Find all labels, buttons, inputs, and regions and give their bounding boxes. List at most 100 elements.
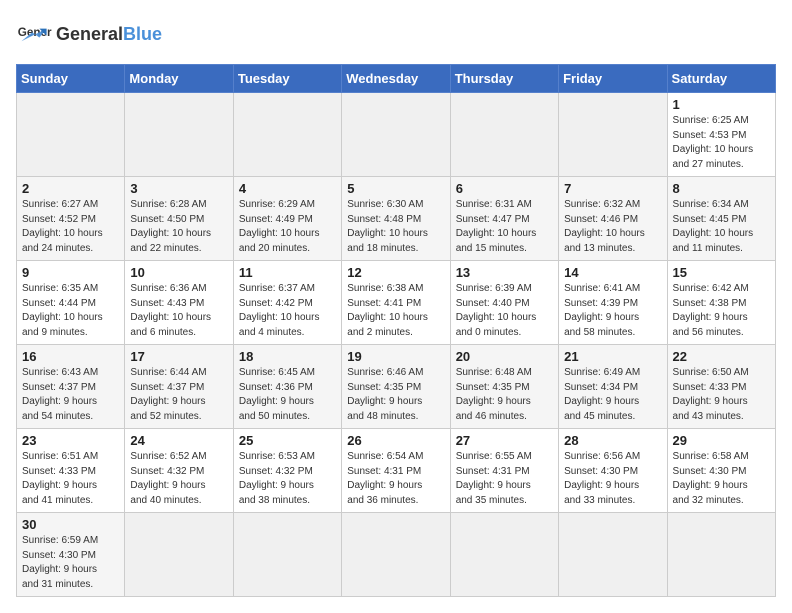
day-number: 2 xyxy=(22,181,119,196)
day-number: 25 xyxy=(239,433,336,448)
calendar-cell xyxy=(667,513,775,597)
day-number: 24 xyxy=(130,433,227,448)
calendar-cell: 1 Sunrise: 6:25 AM Sunset: 4:53 PM Daylig… xyxy=(667,93,775,177)
day-info: Sunrise: 6:46 AM Sunset: 4:35 PM Dayligh… xyxy=(347,366,444,424)
calendar-cell: 12 Sunrise: 6:38 AM Sunset: 4:41 PM Dayli… xyxy=(342,261,450,345)
day-info: Sunrise: 6:35 AM Sunset: 4:44 PM Dayligh… xyxy=(22,282,119,340)
day-header-monday: Monday xyxy=(125,65,233,93)
day-info: Sunrise: 6:27 AM Sunset: 4:52 PM Dayligh… xyxy=(22,198,119,256)
calendar-week-5: 23Sunrise: 6:51 AM Sunset: 4:33 PM Dayli… xyxy=(17,429,776,513)
day-info: Sunrise: 6:31 AM Sunset: 4:47 PM Dayligh… xyxy=(456,198,553,256)
calendar-cell xyxy=(233,93,341,177)
day-number: 17 xyxy=(130,349,227,364)
calendar-cell: 14 Sunrise: 6:41 AM Sunset: 4:39 PM Dayli… xyxy=(559,261,667,345)
day-info: Sunrise: 6:54 AM Sunset: 4:31 PM Dayligh… xyxy=(347,450,444,508)
calendar-cell xyxy=(125,513,233,597)
day-info: Sunrise: 6:34 AM Sunset: 4:45 PM Dayligh… xyxy=(673,198,770,256)
calendar-cell: 5 Sunrise: 6:30 AM Sunset: 4:48 PM Daylig… xyxy=(342,177,450,261)
day-info: Sunrise: 6:48 AM Sunset: 4:35 PM Dayligh… xyxy=(456,366,553,424)
calendar-cell: 10 Sunrise: 6:36 AM Sunset: 4:43 PM Dayli… xyxy=(125,261,233,345)
day-info: Sunrise: 6:55 AM Sunset: 4:31 PM Dayligh… xyxy=(456,450,553,508)
calendar-cell: 24 Sunrise: 6:52 AM Sunset: 4:32 PM Dayli… xyxy=(125,429,233,513)
calendar-cell: 15 Sunrise: 6:42 AM Sunset: 4:38 PM Dayli… xyxy=(667,261,775,345)
day-info: Sunrise: 6:49 AM Sunset: 4:34 PM Dayligh… xyxy=(564,366,661,424)
day-number: 26 xyxy=(347,433,444,448)
day-info: Sunrise: 6:53 AM Sunset: 4:32 PM Dayligh… xyxy=(239,450,336,508)
day-info: Sunrise: 6:58 AM Sunset: 4:30 PM Dayligh… xyxy=(673,450,770,508)
day-number: 9 xyxy=(22,265,119,280)
day-header-saturday: Saturday xyxy=(667,65,775,93)
day-number: 1 xyxy=(673,97,770,112)
calendar-cell: 27Sunrise: 6:55 AM Sunset: 4:31 PM Dayli… xyxy=(450,429,558,513)
calendar-cell: 2 Sunrise: 6:27 AM Sunset: 4:52 PM Daylig… xyxy=(17,177,125,261)
page-header: General GeneralBlue xyxy=(16,16,776,52)
calendar-cell xyxy=(17,93,125,177)
calendar-cell xyxy=(450,513,558,597)
calendar-week-2: 2 Sunrise: 6:27 AM Sunset: 4:52 PM Daylig… xyxy=(17,177,776,261)
calendar-cell: 25 Sunrise: 6:53 AM Sunset: 4:32 PM Dayli… xyxy=(233,429,341,513)
day-info: Sunrise: 6:52 AM Sunset: 4:32 PM Dayligh… xyxy=(130,450,227,508)
day-info: Sunrise: 6:41 AM Sunset: 4:39 PM Dayligh… xyxy=(564,282,661,340)
day-info: Sunrise: 6:25 AM Sunset: 4:53 PM Dayligh… xyxy=(673,114,770,172)
calendar-cell xyxy=(125,93,233,177)
day-info: Sunrise: 6:45 AM Sunset: 4:36 PM Dayligh… xyxy=(239,366,336,424)
day-info: Sunrise: 6:42 AM Sunset: 4:38 PM Dayligh… xyxy=(673,282,770,340)
day-header-tuesday: Tuesday xyxy=(233,65,341,93)
day-number: 6 xyxy=(456,181,553,196)
day-info: Sunrise: 6:39 AM Sunset: 4:40 PM Dayligh… xyxy=(456,282,553,340)
calendar-week-1: 1 Sunrise: 6:25 AM Sunset: 4:53 PM Daylig… xyxy=(17,93,776,177)
day-number: 18 xyxy=(239,349,336,364)
day-number: 4 xyxy=(239,181,336,196)
calendar-week-3: 9 Sunrise: 6:35 AM Sunset: 4:44 PM Daylig… xyxy=(17,261,776,345)
calendar-cell: 19Sunrise: 6:46 AM Sunset: 4:35 PM Dayli… xyxy=(342,345,450,429)
calendar-cell: 23Sunrise: 6:51 AM Sunset: 4:33 PM Dayli… xyxy=(17,429,125,513)
calendar-cell xyxy=(233,513,341,597)
day-header-friday: Friday xyxy=(559,65,667,93)
day-number: 12 xyxy=(347,265,444,280)
calendar-cell: 11Sunrise: 6:37 AM Sunset: 4:42 PM Dayli… xyxy=(233,261,341,345)
day-number: 29 xyxy=(673,433,770,448)
calendar-table: SundayMondayTuesdayWednesdayThursdayFrid… xyxy=(16,64,776,597)
calendar-header-row: SundayMondayTuesdayWednesdayThursdayFrid… xyxy=(17,65,776,93)
calendar-cell: 18 Sunrise: 6:45 AM Sunset: 4:36 PM Dayli… xyxy=(233,345,341,429)
day-number: 20 xyxy=(456,349,553,364)
calendar-cell: 28Sunrise: 6:56 AM Sunset: 4:30 PM Dayli… xyxy=(559,429,667,513)
calendar-cell xyxy=(342,513,450,597)
day-number: 30 xyxy=(22,517,119,532)
day-number: 5 xyxy=(347,181,444,196)
day-number: 3 xyxy=(130,181,227,196)
calendar-cell: 9 Sunrise: 6:35 AM Sunset: 4:44 PM Daylig… xyxy=(17,261,125,345)
calendar-cell: 4Sunrise: 6:29 AM Sunset: 4:49 PM Daylig… xyxy=(233,177,341,261)
day-number: 15 xyxy=(673,265,770,280)
day-number: 16 xyxy=(22,349,119,364)
calendar-cell: 26 Sunrise: 6:54 AM Sunset: 4:31 PM Dayli… xyxy=(342,429,450,513)
day-number: 14 xyxy=(564,265,661,280)
day-number: 11 xyxy=(239,265,336,280)
calendar-week-6: 30Sunrise: 6:59 AM Sunset: 4:30 PM Dayli… xyxy=(17,513,776,597)
day-number: 21 xyxy=(564,349,661,364)
day-header-wednesday: Wednesday xyxy=(342,65,450,93)
calendar-cell: 30Sunrise: 6:59 AM Sunset: 4:30 PM Dayli… xyxy=(17,513,125,597)
day-info: Sunrise: 6:32 AM Sunset: 4:46 PM Dayligh… xyxy=(564,198,661,256)
calendar-cell xyxy=(559,513,667,597)
calendar-cell: 21 Sunrise: 6:49 AM Sunset: 4:34 PM Dayli… xyxy=(559,345,667,429)
calendar-cell xyxy=(559,93,667,177)
day-info: Sunrise: 6:30 AM Sunset: 4:48 PM Dayligh… xyxy=(347,198,444,256)
logo-icon: General xyxy=(16,16,52,52)
day-info: Sunrise: 6:38 AM Sunset: 4:41 PM Dayligh… xyxy=(347,282,444,340)
calendar-cell: 29 Sunrise: 6:58 AM Sunset: 4:30 PM Dayli… xyxy=(667,429,775,513)
calendar-cell: 7Sunrise: 6:32 AM Sunset: 4:46 PM Daylig… xyxy=(559,177,667,261)
svg-text:General: General xyxy=(18,26,52,39)
calendar-cell: 8Sunrise: 6:34 AM Sunset: 4:45 PM Daylig… xyxy=(667,177,775,261)
day-info: Sunrise: 6:36 AM Sunset: 4:43 PM Dayligh… xyxy=(130,282,227,340)
day-info: Sunrise: 6:43 AM Sunset: 4:37 PM Dayligh… xyxy=(22,366,119,424)
day-number: 28 xyxy=(564,433,661,448)
day-number: 13 xyxy=(456,265,553,280)
calendar-cell: 3Sunrise: 6:28 AM Sunset: 4:50 PM Daylig… xyxy=(125,177,233,261)
calendar-cell: 6 Sunrise: 6:31 AM Sunset: 4:47 PM Daylig… xyxy=(450,177,558,261)
logo-text: GeneralBlue xyxy=(56,25,162,43)
day-number: 10 xyxy=(130,265,227,280)
calendar-cell xyxy=(450,93,558,177)
day-number: 23 xyxy=(22,433,119,448)
calendar-cell: 17Sunrise: 6:44 AM Sunset: 4:37 PM Dayli… xyxy=(125,345,233,429)
